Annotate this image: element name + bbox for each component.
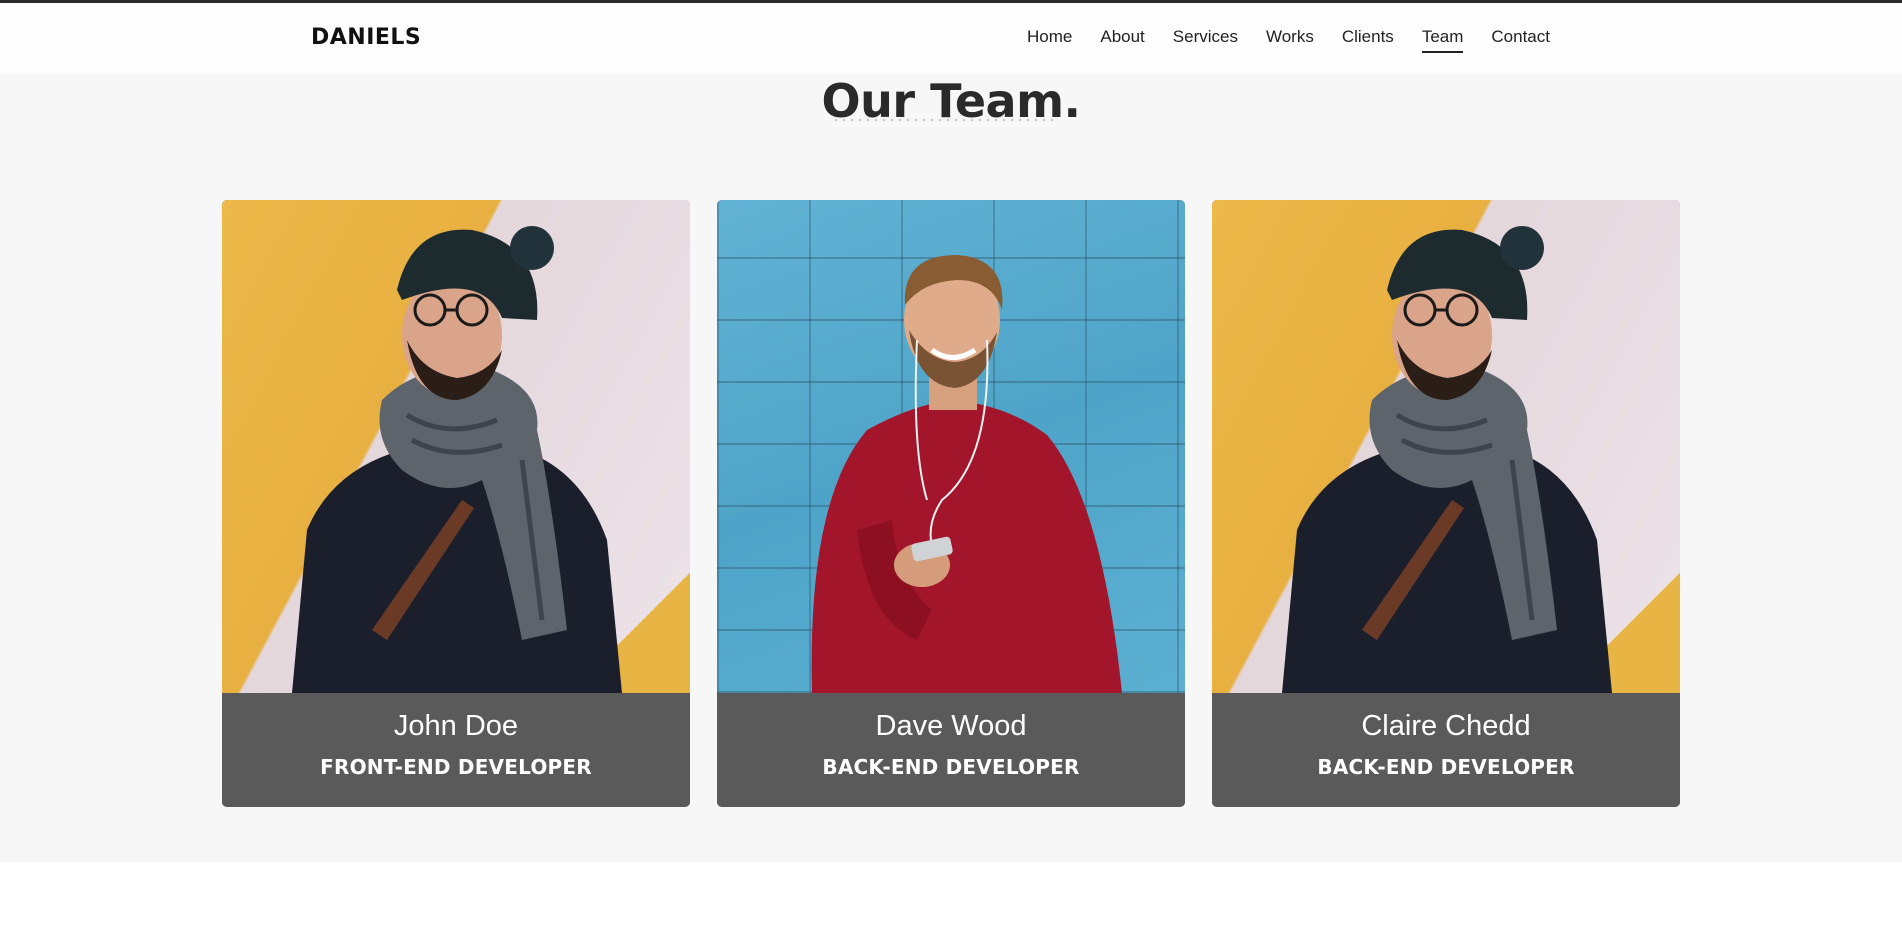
main-nav: Home About Services Works Clients Team C… — [1027, 27, 1550, 53]
nav-item-clients[interactable]: Clients — [1342, 27, 1394, 53]
member-role: BACK-END DEVELOPER — [1317, 755, 1575, 779]
team-card-info: Dave Wood BACK-END DEVELOPER — [717, 693, 1185, 807]
team-card-info: Claire Chedd BACK-END DEVELOPER — [1212, 693, 1680, 807]
member-role: FRONT-END DEVELOPER — [320, 755, 592, 779]
team-card[interactable]: Claire Chedd BACK-END DEVELOPER — [1212, 200, 1680, 807]
member-name: Dave Wood — [875, 710, 1027, 742]
nav-item-works[interactable]: Works — [1266, 27, 1314, 53]
man-with-beanie-illustration — [292, 226, 622, 693]
title-underline-dots — [832, 118, 1056, 122]
brand-logo[interactable]: DANIELS — [311, 25, 421, 50]
team-card-info: John Doe FRONT-END DEVELOPER — [222, 693, 690, 807]
nav-item-home[interactable]: Home — [1027, 27, 1072, 53]
nav-item-contact[interactable]: Contact — [1491, 27, 1550, 53]
team-photo — [717, 200, 1185, 693]
nav-item-services[interactable]: Services — [1173, 27, 1238, 53]
member-name: John Doe — [393, 710, 519, 742]
page-footer-space — [0, 862, 1902, 925]
nav-item-team[interactable]: Team — [1421, 27, 1464, 53]
team-card[interactable]: John Doe FRONT-END DEVELOPER — [222, 200, 690, 807]
nav-item-about[interactable]: About — [1100, 27, 1144, 53]
team-card[interactable]: Dave Wood BACK-END DEVELOPER — [717, 200, 1185, 807]
member-role: BACK-END DEVELOPER — [822, 755, 1080, 779]
team-section: Our Team. John Doe FRONT-END DEVELOPER D… — [0, 74, 1902, 862]
member-name: Claire Chedd — [1361, 710, 1531, 742]
team-photo — [1212, 200, 1680, 693]
man-red-sweater-illustration — [811, 255, 1122, 693]
team-photo — [222, 200, 690, 693]
navbar: DANIELS Home About Services Works Client… — [0, 3, 1902, 74]
man-with-beanie-illustration — [1282, 226, 1612, 693]
